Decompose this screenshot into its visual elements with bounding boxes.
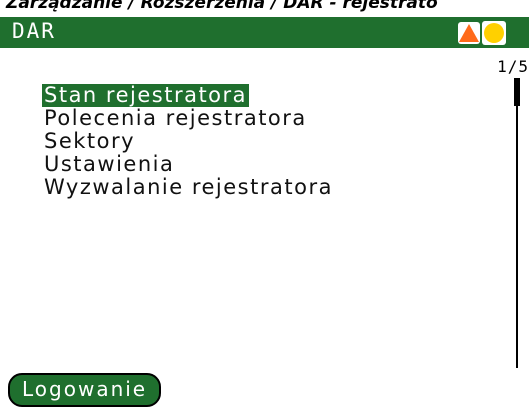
breadcrumb: Zarządzanie / Rozszerzenia / DAR - rejes… [6,0,438,13]
scrollbar-track[interactable] [516,78,518,368]
title-bar: DAR [0,17,529,48]
page-indicator: 1/5 [497,57,529,76]
menu-item-wyzwalanie-rejestratora[interactable]: Wyzwalanie rejestratora [42,176,335,199]
menu-item-stan-rejestratora[interactable]: Stan rejestratora [42,84,250,107]
status-circle-icon[interactable] [482,21,506,45]
menu-item-sektory[interactable]: Sektory [42,130,137,153]
scrollbar-thumb[interactable] [514,78,520,106]
menu-item-polecenia-rejestratora[interactable]: Polecenia rejestratora [42,107,309,130]
window-title: DAR [12,19,56,43]
menu-item-ustawienia[interactable]: Ustawienia [42,153,176,176]
menu-list: Stan rejestratora Polecenia rejestratora… [42,84,335,199]
login-button[interactable]: Logowanie [8,373,162,407]
warning-triangle-icon[interactable] [458,22,480,44]
